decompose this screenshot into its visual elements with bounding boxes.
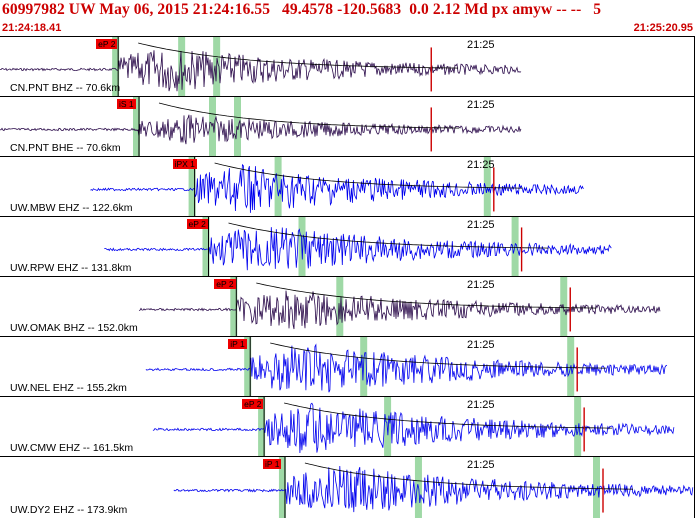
seismogram-trace <box>0 114 522 145</box>
seismogram-trace <box>138 290 661 330</box>
phase-pick-label[interactable]: iP 1 <box>262 459 282 469</box>
coda-window-band <box>209 97 216 156</box>
time-tick-label: 21:25 <box>467 459 495 471</box>
trace-panel[interactable]: iP 1 21:25 UW.NEL EHZ -- 155.2km <box>0 337 695 397</box>
station-label: CN.PNT BHE -- 70.6km <box>10 142 121 154</box>
event-title: 60997982 UW May 06, 2015 21:24:16.55 49.… <box>2 1 602 18</box>
trace-panel[interactable]: eP 2 21:25 UW.RPW EHZ -- 131.8km <box>0 217 695 277</box>
phase-pick-label[interactable]: iP 1 <box>228 339 247 349</box>
time-tick-label: 21:25 <box>467 39 495 51</box>
trace-panel[interactable]: iP 1 21:25 UW.DY2 EHZ -- 173.9km <box>0 457 695 518</box>
trace-panel[interactable]: eP 2 21:25 UW.CMW EHZ -- 161.5km <box>0 397 695 457</box>
event-header: 60997982 UW May 06, 2015 21:24:16.55 49.… <box>0 0 695 37</box>
time-tick-label: 21:25 <box>467 279 495 291</box>
phase-pick-label[interactable]: eP 2 <box>96 39 118 49</box>
trace-panel[interactable]: iS 1 21:25 CN.PNT BHE -- 70.6km <box>0 97 695 157</box>
time-tick-label: 21:25 <box>467 339 495 351</box>
time-tick-label: 21:25 <box>467 219 495 231</box>
station-label: UW.RPW EHZ -- 131.8km <box>10 262 132 274</box>
station-label: UW.CMW EHZ -- 161.5km <box>10 442 134 454</box>
station-label: UW.OMAK BHZ -- 152.0km <box>10 322 138 334</box>
trace-panel[interactable]: eP 2 21:25 CN.PNT BHZ -- 70.6km <box>0 37 695 97</box>
phase-pick-label[interactable]: eP 2 <box>186 219 208 229</box>
coda-window-band <box>574 397 582 456</box>
time-tick-label: 21:25 <box>467 399 495 411</box>
station-label: CN.PNT BHZ -- 70.6km <box>10 82 121 94</box>
station-label: UW.DY2 EHZ -- 173.9km <box>10 504 128 516</box>
time-tick-label: 21:25 <box>467 99 495 111</box>
phase-pick-label[interactable]: eP 2 <box>242 399 264 409</box>
coda-decay-curve <box>284 402 613 429</box>
trace-panels: eP 2 21:25 CN.PNT BHZ -- 70.6km iS 1 21:… <box>0 37 695 518</box>
seismogram-trace <box>104 227 612 271</box>
seismogram-trace <box>90 163 584 213</box>
phase-pick-label[interactable]: iS 1 <box>117 99 136 109</box>
station-label: UW.NEL EHZ -- 155.2km <box>10 382 127 394</box>
trace-panel[interactable]: iPX 1 21:25 UW.MBW EHZ -- 122.6km <box>0 157 695 217</box>
coda-decay-curve <box>256 282 597 309</box>
time-tick-label: 21:25 <box>467 159 495 171</box>
seismogram-trace <box>145 343 668 393</box>
phase-pick-label[interactable]: eP 2 <box>214 279 236 289</box>
coda-window-band <box>593 457 600 518</box>
coda-window-band <box>336 277 344 336</box>
end-time: 21:25:20.95 <box>633 22 693 34</box>
phase-pick-label[interactable]: iPX 1 <box>172 159 197 169</box>
station-label: UW.MBW EHZ -- 122.6km <box>10 202 133 214</box>
start-time: 21:24:18.41 <box>2 22 62 34</box>
trace-panel[interactable]: eP 2 21:25 UW.OMAK BHZ -- 152.0km <box>0 277 695 337</box>
